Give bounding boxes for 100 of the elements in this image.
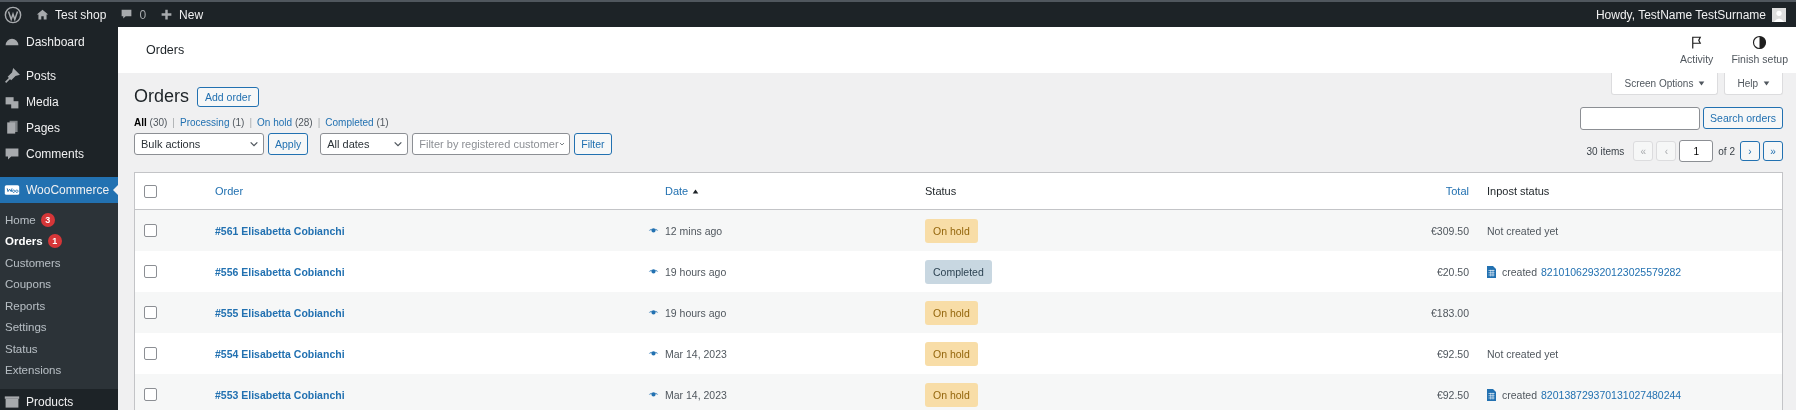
order-total: €92.50 xyxy=(1436,347,1469,360)
comments-link[interactable]: 0 xyxy=(120,7,147,22)
menu-item[interactable]: Media xyxy=(0,89,118,115)
separator: | xyxy=(317,117,321,128)
last-page-button[interactable]: » xyxy=(1763,141,1783,161)
separator: | xyxy=(172,117,175,128)
submenu-item[interactable]: Customers xyxy=(0,252,118,274)
submenu-item[interactable]: Status xyxy=(0,338,118,360)
bulk-actions-dropdown[interactable]: Bulk actions xyxy=(134,133,264,155)
eye-icon[interactable] xyxy=(648,227,659,234)
screen-meta-tab[interactable]: Screen Options xyxy=(1611,73,1719,95)
column-header[interactable]: Total xyxy=(1445,185,1469,197)
page-title: Orders xyxy=(134,86,189,107)
status-filter-link[interactable]: Completed (1) xyxy=(325,117,389,128)
row-checkbox[interactable] xyxy=(144,265,157,278)
date-dropdown[interactable]: All dates xyxy=(320,133,409,155)
submenu-label: Orders xyxy=(5,235,43,248)
status-badge: On hold xyxy=(925,382,978,407)
half-circle-icon xyxy=(1752,35,1768,50)
order-link[interactable]: #553 Elisabetta Cobianchi xyxy=(215,388,345,401)
submenu-label: Reports xyxy=(5,299,46,312)
order-date: Mar 14, 2023 xyxy=(665,388,727,401)
submenu-item[interactable]: Settings xyxy=(0,316,118,338)
eye-icon[interactable] xyxy=(648,268,659,275)
submenu-item[interactable]: Reports xyxy=(0,295,118,317)
new-link[interactable]: New xyxy=(160,7,204,22)
column-header: Status xyxy=(925,185,957,197)
order-total: €20.50 xyxy=(1436,265,1469,278)
status-filter-link[interactable]: All (30) xyxy=(134,117,168,128)
eye-icon[interactable] xyxy=(648,391,659,398)
row-checkbox[interactable] xyxy=(144,388,157,401)
document-icon[interactable] xyxy=(1487,265,1496,278)
account-link[interactable]: Howdy, TestName TestSurname xyxy=(1595,7,1786,22)
apply-button[interactable]: Apply xyxy=(268,133,309,155)
pushpin-icon xyxy=(4,68,20,84)
chevron-down-icon xyxy=(249,139,259,149)
order-date: 19 hours ago xyxy=(665,265,727,278)
menu-item[interactable]: WooCommerce xyxy=(0,177,118,203)
eye-icon[interactable] xyxy=(648,350,659,357)
document-icon[interactable] xyxy=(1487,388,1496,401)
add-order-button[interactable]: Add order xyxy=(197,86,260,107)
order-link[interactable]: #561 Elisabetta Cobianchi xyxy=(215,224,345,237)
order-total: €309.50 xyxy=(1431,224,1469,237)
status-badge: On hold xyxy=(925,341,978,366)
next-page-button[interactable]: › xyxy=(1740,141,1760,161)
row-checkbox[interactable] xyxy=(144,224,157,237)
column-header[interactable]: Order xyxy=(215,185,244,197)
menu-item[interactable]: Products xyxy=(0,389,118,410)
submenu-item[interactable]: Home 3 xyxy=(0,209,118,231)
menu-item[interactable]: Dashboard xyxy=(0,29,118,55)
page-number-field[interactable]: 1 xyxy=(1679,140,1714,162)
wordpress-logo-icon[interactable] xyxy=(4,5,22,24)
screen-meta-tab[interactable]: Help xyxy=(1724,73,1783,95)
search-field[interactable] xyxy=(1580,107,1701,130)
menu-item[interactable]: Pages xyxy=(0,115,118,141)
eye-icon[interactable] xyxy=(648,309,659,316)
submenu-item[interactable]: Extensions xyxy=(0,359,118,381)
menu-item[interactable]: Posts xyxy=(0,63,118,89)
submenu-label: Status xyxy=(5,342,38,355)
submenu-item[interactable]: Coupons xyxy=(0,273,118,295)
chevron-down-icon xyxy=(393,139,404,149)
menu-item[interactable]: Comments xyxy=(0,141,118,167)
status-filter-link[interactable]: On hold (28) xyxy=(257,117,313,128)
column-header: Inpost status xyxy=(1487,185,1550,197)
header-title: Orders xyxy=(146,43,185,57)
order-link[interactable]: #555 Elisabetta Cobianchi xyxy=(215,306,345,319)
status-badge: On hold xyxy=(925,300,978,325)
home-icon xyxy=(36,8,49,21)
sort-ascending-icon xyxy=(692,187,700,195)
order-date: Mar 14, 2023 xyxy=(665,347,727,360)
pages-icon xyxy=(4,120,20,136)
order-date: 12 mins ago xyxy=(665,224,723,237)
tracking-link[interactable]: 821010629320123025579282 xyxy=(1541,265,1682,278)
customer-filter-field[interactable]: Filter by registered customer xyxy=(412,133,571,155)
submenu-label: Home xyxy=(5,213,36,226)
row-checkbox[interactable] xyxy=(144,306,157,319)
status-badge: On hold xyxy=(925,218,978,243)
status-badge: Completed xyxy=(925,259,992,284)
submenu-label: Settings xyxy=(5,321,47,334)
inpost-status: Not created yet xyxy=(1487,224,1559,237)
page-total: of 2 xyxy=(1718,145,1735,157)
order-link[interactable]: #556 Elisabetta Cobianchi xyxy=(215,265,345,278)
separator: | xyxy=(249,117,253,128)
woo-logo-icon xyxy=(4,182,20,198)
status-filter-link[interactable]: Processing (1) xyxy=(179,117,245,128)
order-date: 19 hours ago xyxy=(665,306,727,319)
tracking-link[interactable]: 820138729370131027480244 xyxy=(1541,388,1682,401)
row-checkbox[interactable] xyxy=(144,347,157,360)
header-action[interactable]: Activity xyxy=(1680,35,1714,65)
submenu-item[interactable]: Orders 1 xyxy=(0,230,118,252)
filter-button[interactable]: Filter xyxy=(574,133,612,155)
order-link[interactable]: #554 Elisabetta Cobianchi xyxy=(215,347,345,360)
order-total: €92.50 xyxy=(1436,388,1469,401)
search-orders-button[interactable]: Search orders xyxy=(1703,107,1783,129)
site-link[interactable]: Test shop xyxy=(36,7,107,22)
select-all-checkbox[interactable] xyxy=(144,184,157,198)
column-header[interactable]: Date xyxy=(665,185,689,197)
count-badge: 1 xyxy=(47,234,62,249)
header-action[interactable]: Finish setup xyxy=(1731,35,1788,65)
inpost-status: created xyxy=(1502,265,1538,278)
